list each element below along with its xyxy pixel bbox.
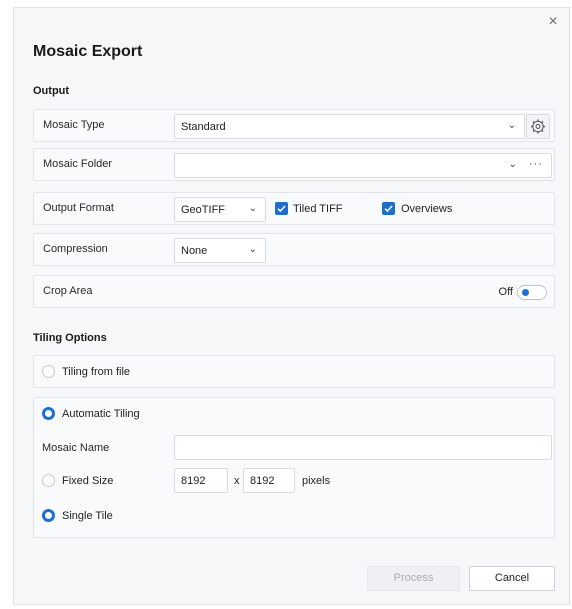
tiling-from-file-panel: Tiling from file (33, 355, 555, 388)
fixed-size-height-value: 8192 (250, 475, 275, 487)
fixed-size-height-input[interactable]: 8192 (243, 468, 295, 493)
mosaic-name-input[interactable] (174, 435, 552, 460)
output-section-heading: Output (33, 85, 70, 97)
cancel-button[interactable]: Cancel (469, 566, 555, 591)
fixed-size-width-value: 8192 (181, 475, 206, 487)
mosaic-folder-label: Mosaic Folder (43, 158, 113, 170)
fixed-size-label[interactable]: Fixed Size (62, 475, 113, 487)
compression-value: None (181, 245, 208, 257)
overviews-checkbox[interactable] (382, 202, 395, 215)
tiled-tiff-checkbox[interactable] (275, 202, 288, 215)
size-separator: x (234, 475, 240, 487)
tiling-section-heading: Tiling Options (33, 332, 107, 344)
tiling-from-file-label[interactable]: Tiling from file (62, 366, 130, 378)
automatic-tiling-panel: Automatic Tiling Mosaic Name Fixed Size … (33, 397, 555, 538)
mosaic-name-label: Mosaic Name (42, 442, 110, 454)
crop-area-state: Off (498, 286, 513, 298)
single-tile-radio[interactable] (42, 509, 55, 522)
mosaic-type-row: Mosaic Type Standard ⌄ (33, 109, 555, 142)
mosaic-folder-row: Mosaic Folder ⌄ ··· (33, 148, 555, 181)
compression-row: Compression None ⌄ (33, 233, 555, 266)
mosaic-type-label: Mosaic Type (43, 119, 105, 131)
crop-area-toggle[interactable] (517, 285, 547, 300)
mosaic-folder-select[interactable]: ⌄ ··· (174, 153, 552, 178)
automatic-tiling-radio[interactable] (42, 407, 55, 420)
compression-label: Compression (43, 243, 108, 255)
size-unit-label: pixels (302, 475, 331, 487)
mosaic-type-value: Standard (181, 121, 226, 133)
process-button[interactable]: Process (367, 566, 460, 591)
automatic-tiling-label[interactable]: Automatic Tiling (62, 408, 140, 420)
check-icon (384, 205, 393, 213)
chevron-down-icon: ⌄ (508, 159, 517, 170)
single-tile-label[interactable]: Single Tile (62, 510, 113, 522)
browse-button[interactable]: ··· (529, 158, 543, 170)
overviews-label: Overviews (401, 203, 453, 215)
output-format-label: Output Format (43, 202, 114, 214)
mosaic-export-dialog: × Mosaic Export Output Mosaic Type Stand… (13, 7, 570, 605)
output-format-row: Output Format GeoTIFF ⌄ Tiled TIFF Overv… (33, 192, 555, 225)
fixed-size-radio[interactable] (42, 474, 55, 487)
fixed-size-width-input[interactable]: 8192 (174, 468, 228, 493)
output-format-select[interactable]: GeoTIFF ⌄ (174, 197, 266, 222)
toggle-knob (522, 289, 529, 296)
close-icon[interactable]: × (545, 14, 561, 30)
tiled-tiff-label: Tiled TIFF (293, 203, 343, 215)
mosaic-type-select[interactable]: Standard ⌄ (174, 114, 525, 139)
mosaic-type-settings-button[interactable] (526, 114, 550, 139)
output-format-value: GeoTIFF (181, 204, 226, 216)
chevron-down-icon: ⌄ (248, 244, 257, 255)
crop-area-label: Crop Area (43, 285, 93, 297)
gear-icon (531, 119, 545, 134)
chevron-down-icon: ⌄ (248, 203, 257, 214)
chevron-down-icon: ⌄ (507, 120, 516, 131)
check-icon (277, 205, 286, 213)
crop-area-row: Crop Area Off (33, 275, 555, 308)
tiling-from-file-radio[interactable] (42, 365, 55, 378)
dialog-title: Mosaic Export (33, 43, 143, 60)
compression-select[interactable]: None ⌄ (174, 238, 266, 263)
